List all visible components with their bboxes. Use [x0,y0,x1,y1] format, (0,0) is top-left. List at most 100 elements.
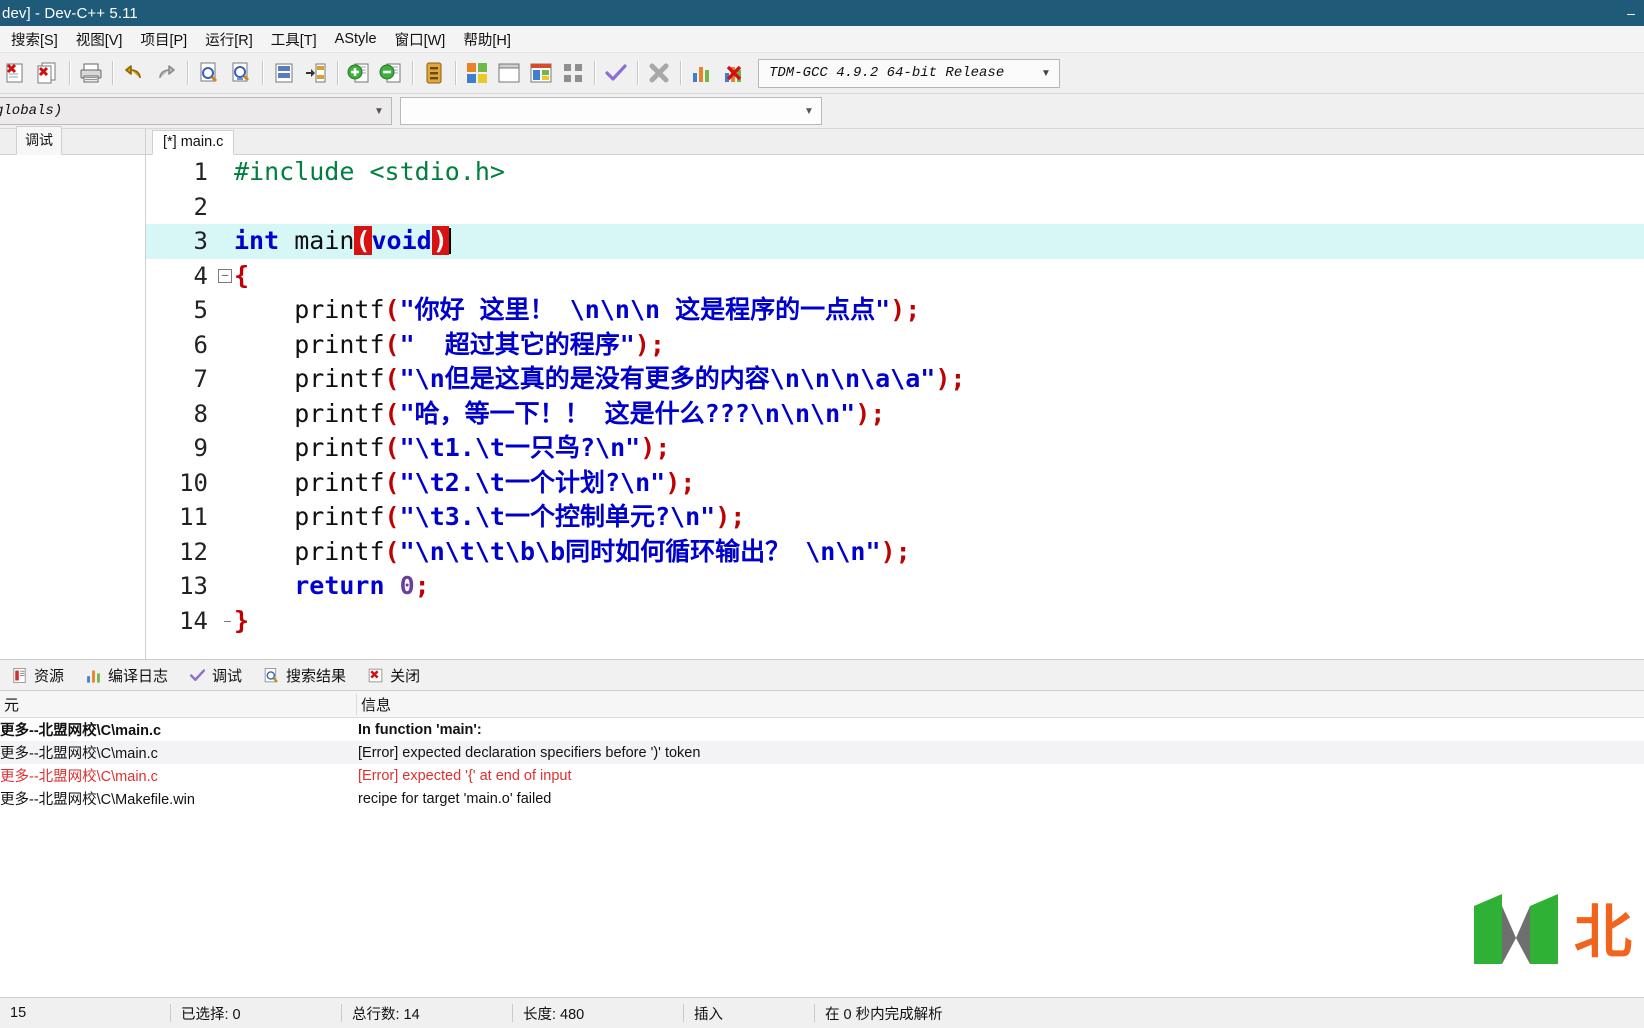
project-panel-tab-1[interactable]: 调试 [16,126,62,155]
compiler-message-list[interactable]: 元 信息 更多--北盟网校\C\main.c In function 'main'… [0,691,1644,997]
code-line[interactable]: 4–{ [146,259,1644,294]
code-token: printf [234,364,385,393]
code-token: main [294,226,355,255]
menu-item-6[interactable]: 窗口[W] [386,27,455,52]
add-to-project-icon[interactable] [344,58,374,88]
rebuild-all-icon[interactable] [558,58,588,88]
project-panel-body[interactable] [0,155,145,659]
replace-icon[interactable] [301,58,331,88]
toolbar-separator [112,61,113,85]
code-line[interactable]: 1 #include <stdio.h> [146,155,1644,190]
code-token: " [920,364,936,393]
code-line[interactable]: 13 return 0; [146,569,1644,604]
dev-cpp-window: dev] - Dev-C++ 5.11 – 搜索[S] 视图[V] 项目[P] 运行[… [0,0,1644,1028]
bottom-tab-label: 调试 [212,667,243,685]
bottom-tab-0[interactable]: 资源 [0,662,74,689]
code-token: 2. [444,467,475,497]
code-line[interactable]: 9 printf("\t1.\t一只鸟?\n"); [146,431,1644,466]
table-row[interactable]: 更多--北盟网校\C\main.c [Error] expected declar… [0,741,1644,764]
compile-run-icon[interactable] [526,58,556,88]
column-header-message: 信息 [361,696,392,714]
print-icon[interactable] [76,58,106,88]
code-token: ) [715,502,731,531]
code-text-area[interactable]: 1 #include <stdio.h> 2 3 int main(void) 4–{5 … [146,155,1644,659]
delete-profile-icon[interactable] [719,58,749,88]
code-line[interactable]: 6 printf(" 超过其它的程序"); [146,328,1644,363]
fold-line-tail [224,620,231,622]
fold-collapse-icon[interactable]: – [218,268,232,283]
project-options-icon[interactable] [419,58,449,88]
code-line[interactable]: 3 int main(void) [146,224,1644,259]
syntax-check-icon[interactable] [601,58,631,88]
menu-item-0[interactable]: 搜索[S] [2,27,67,52]
find-icon[interactable] [194,58,224,88]
scope-combo[interactable]: globals) ▼ [0,97,392,125]
code-token: \n [595,433,626,462]
remove-from-project-icon[interactable] [376,58,406,88]
project-panel-tab-0[interactable] [0,147,16,154]
message-text-cell: [Error] expected declaration specifiers … [358,744,701,761]
editor-tab-main-c[interactable]: [*] main.c [152,130,235,155]
code-line[interactable]: 7 printf("\n但是这真的是没有更多的内容\n\n\n\a\a"); [146,362,1644,397]
message-text-cell: [Error] expected '{' at end of input [358,767,572,784]
code-token: ( [384,433,400,462]
toolbar-separator [594,61,595,85]
chevron-down-icon[interactable]: ▼ [1033,68,1059,79]
source-editor: [*] main.c 1 #include <stdio.h> 2 3 int main… [146,129,1644,659]
run-icon[interactable] [494,58,524,88]
compiler-set-combo[interactable]: TDM-GCC 4.9.2 64-bit Release ▼ [758,58,1060,88]
undo-icon[interactable] [119,58,149,88]
close-all-icon[interactable] [33,58,63,88]
code-line[interactable]: 2 [146,190,1644,225]
menu-item-7[interactable]: 帮助[H] [454,27,520,52]
chevron-down-icon[interactable]: ▼ [367,106,391,117]
minimize-button[interactable]: – [1618,0,1644,26]
code-line[interactable]: 8 printf("哈，等一下！！ 这是什么???\n\n\n"); [146,397,1644,432]
redo-icon[interactable] [151,58,181,88]
code-line-text: printf(" 超过其它的程序"); [234,328,1644,363]
find-next-icon[interactable] [226,58,256,88]
bottom-tab-4[interactable]: 关闭 [356,662,430,689]
line-number: 2 [193,192,208,221]
close-file-icon[interactable] [1,58,31,88]
code-line[interactable]: 5 printf("你好 这里！ \n\n\n 这是程序的一点点"); [146,293,1644,328]
bottom-tab-2[interactable]: 调试 [178,662,252,689]
code-token: ) [935,364,951,393]
code-token: ( [384,364,400,393]
code-token: <stdio.h> [369,157,505,186]
code-line[interactable]: 11 printf("\t3.\t一个控制单元?\n"); [146,500,1644,535]
code-token: " 超过其它的程序" [399,329,635,359]
compile-icon[interactable] [462,58,492,88]
chevron-down-icon[interactable]: ▼ [797,106,821,117]
menu-item-4[interactable]: 工具[T] [262,27,326,52]
code-token: ) [665,467,681,497]
table-row[interactable]: 更多--北盟网校\C\main.c [Error] expected '{' at… [0,764,1644,787]
code-token: " [865,536,881,566]
code-line-text: printf("\n但是这真的是没有更多的内容\n\n\n\a\a"); [234,362,1644,397]
goto-line-icon[interactable] [269,58,299,88]
code-token: { [234,260,250,290]
code-line[interactable]: 14} [146,604,1644,639]
table-row[interactable]: 更多--北盟网校\C\Makefile.win recipe for target… [0,787,1644,810]
menu-item-3[interactable]: 运行[R] [196,27,262,52]
bottom-tab-1[interactable]: 编译日志 [74,662,178,689]
menu-item-5[interactable]: AStyle [326,29,386,49]
bottom-tab-3[interactable]: 搜索结果 [252,662,356,689]
code-line[interactable]: 10 printf("\t2.\t一个计划?\n"); [146,466,1644,501]
member-combo[interactable]: ▼ [400,97,822,125]
code-token: 1. [444,433,475,462]
code-token: printf [234,433,385,462]
menu-item-2[interactable]: 项目[P] [131,27,196,52]
code-line[interactable]: 12 printf("\n\t\t\b\b同时如何循环输出？ \n\n"); [146,535,1644,570]
stop-execution-icon[interactable] [644,58,674,88]
class-browser-combo-row: globals) ▼ ▼ [0,94,1644,129]
code-token: 0 [399,571,415,600]
code-token: 这是程序的一点点" [660,295,891,324]
code-token: ) [634,329,650,359]
profile-icon[interactable] [687,58,717,88]
menu-item-1[interactable]: 视图[V] [67,27,132,52]
editor-tab-bar: [*] main.c [146,129,1644,155]
table-row[interactable]: 更多--北盟网校\C\main.c In function 'main': [0,718,1644,741]
code-token: printf [234,398,385,428]
